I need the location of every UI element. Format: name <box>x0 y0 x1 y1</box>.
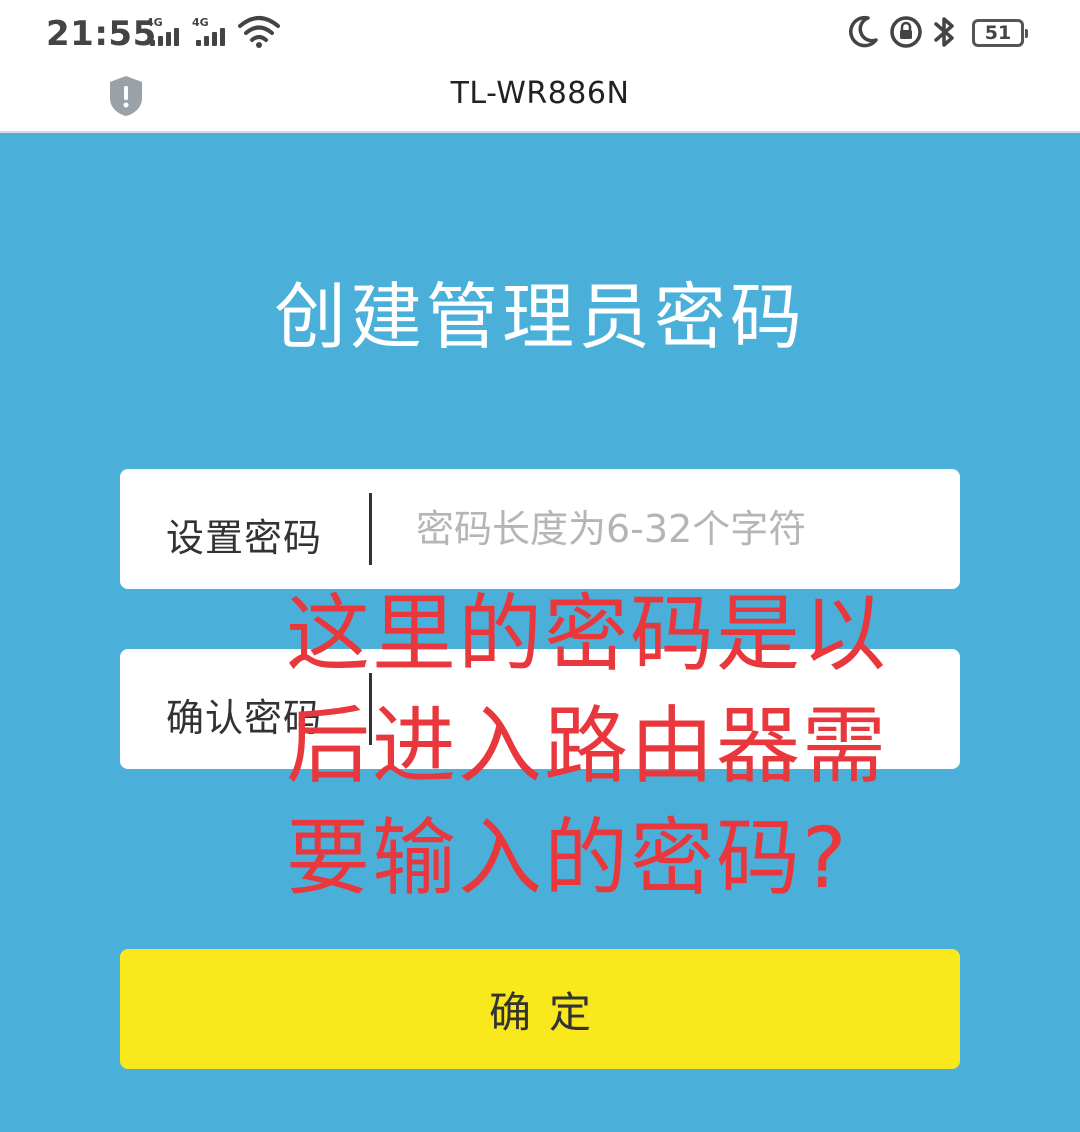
set-password-field: 设置密码 <box>120 469 960 589</box>
rotation-lock-icon <box>890 16 922 48</box>
battery-icon: 51 <box>972 19 1028 47</box>
confirm-button[interactable]: 确定 <box>120 949 960 1069</box>
bluetooth-icon <box>934 17 954 47</box>
annotation-overlay-text: 这里的密码是以 后进入路由器需 要输入的密码? <box>286 585 889 907</box>
status-time: 21:55 <box>46 14 157 54</box>
network-type-label: 4G <box>192 16 209 29</box>
set-password-input[interactable] <box>416 499 936 559</box>
set-password-label: 设置密码 <box>166 516 323 560</box>
page-title: TL-WR886N <box>450 76 630 111</box>
network-type-label: 4G <box>146 16 163 29</box>
status-bar: 21:55 4G 4G 51 <box>0 0 1080 68</box>
moon-icon <box>849 15 878 48</box>
text-cursor <box>369 493 372 565</box>
wifi-icon <box>238 16 280 48</box>
browser-toolbar: TL-WR886N <box>0 68 1080 133</box>
page-heading: 创建管理员密码 <box>273 275 806 359</box>
